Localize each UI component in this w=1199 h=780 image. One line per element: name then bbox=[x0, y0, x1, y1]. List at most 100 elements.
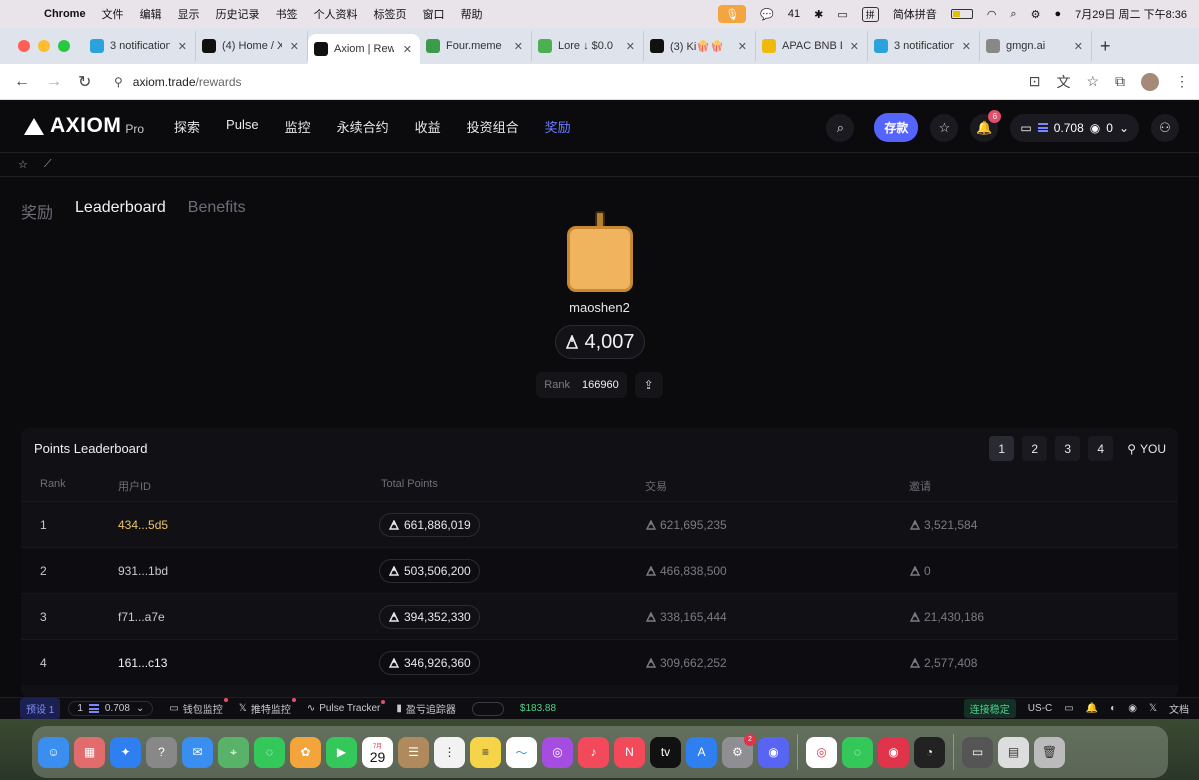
browser-tab[interactable]: 3 notifications ✕ bbox=[84, 31, 196, 61]
maximize-window-button[interactable] bbox=[58, 40, 70, 52]
bookmark-star-icon[interactable]: ☆ bbox=[1086, 73, 1099, 90]
launchpad-icon[interactable]: ▦ bbox=[74, 736, 105, 768]
tab-leaderboard[interactable]: Leaderboard bbox=[75, 199, 166, 223]
nav-perpetuals[interactable]: 永续合约 bbox=[337, 117, 389, 136]
wallet-selector[interactable]: 1 0.708 ⌄ bbox=[68, 701, 154, 716]
back-icon[interactable]: ← bbox=[14, 73, 32, 91]
netease-music-icon[interactable]: ◉ bbox=[878, 736, 909, 768]
twitter-tracker-button[interactable]: 𝕏 推特监控 bbox=[239, 698, 296, 716]
news-icon[interactable]: N bbox=[614, 736, 645, 768]
close-tab-icon[interactable]: ✕ bbox=[514, 40, 523, 53]
close-tab-icon[interactable]: ✕ bbox=[850, 40, 859, 53]
discord-icon[interactable]: ◉ bbox=[758, 736, 789, 768]
menu-window[interactable]: 窗口 bbox=[423, 6, 445, 22]
maps-icon[interactable]: ⌖ bbox=[218, 736, 249, 768]
browser-tab[interactable]: Lore ↓ $0.0 ✕ bbox=[532, 31, 644, 61]
translate-icon[interactable]: 文 bbox=[1056, 72, 1070, 92]
reminders-icon[interactable]: ⋮ bbox=[434, 736, 465, 768]
notifications-bell-icon[interactable]: 🔔 6 bbox=[970, 109, 1002, 142]
close-tab-icon[interactable]: ✕ bbox=[290, 40, 299, 53]
reload-icon[interactable]: ↻ bbox=[78, 72, 96, 92]
browser-tab[interactable]: 3 notifications ✕ bbox=[868, 31, 980, 61]
browser-tab[interactable]: Axiom | Rewards ✕ bbox=[308, 34, 420, 64]
close-tab-icon[interactable]: ✕ bbox=[626, 40, 635, 53]
region-selector[interactable]: US-C bbox=[1028, 703, 1052, 714]
close-tab-icon[interactable]: ✕ bbox=[962, 40, 971, 53]
tab-rewards[interactable]: 奖励 bbox=[21, 199, 53, 223]
nav-portfolio[interactable]: 投资组合 bbox=[467, 117, 519, 136]
watchlist-star-icon[interactable]: ☆ bbox=[930, 113, 959, 142]
chrome-icon[interactable]: ◎ bbox=[806, 736, 837, 768]
table-row[interactable]: 4 161...c13 346,926,360 309,662,252 2,577,40… bbox=[21, 639, 1178, 685]
row-user-id[interactable]: 931...1bd bbox=[118, 564, 168, 578]
photos-icon[interactable]: ✿ bbox=[290, 736, 321, 768]
site-info-icon[interactable]: ⚲ bbox=[114, 75, 123, 89]
menu-history[interactable]: 历史记录 bbox=[216, 6, 260, 22]
page-button-4[interactable]: 4 bbox=[1088, 436, 1114, 461]
layout-icon[interactable]: ▭ bbox=[1064, 703, 1073, 714]
page-button-3[interactable]: 3 bbox=[1055, 436, 1081, 461]
app-store-icon[interactable]: A bbox=[686, 736, 717, 768]
pnl-tracker-button[interactable]: ▮ 盈亏追踪器 bbox=[396, 701, 456, 716]
favorites-star-icon[interactable]: ☆ bbox=[18, 158, 28, 171]
profile-avatar[interactable] bbox=[1141, 72, 1159, 91]
nav-pulse[interactable]: Pulse bbox=[226, 117, 259, 136]
tab-benefits[interactable]: Benefits bbox=[188, 199, 246, 223]
close-window-button[interactable] bbox=[18, 40, 30, 52]
notes-icon[interactable]: ≡ bbox=[470, 736, 501, 768]
help-icon[interactable]: ? bbox=[146, 736, 177, 768]
messages-icon[interactable]: ◌ bbox=[254, 736, 285, 768]
row-user-id[interactable]: f71...a7e bbox=[118, 610, 165, 624]
extensions-icon[interactable]: ⧉ bbox=[1115, 73, 1125, 90]
close-tab-icon[interactable]: ✕ bbox=[178, 40, 187, 53]
browser-tab[interactable]: APAC BNB D ✕ bbox=[756, 31, 868, 61]
page-button-2[interactable]: 2 bbox=[1022, 436, 1048, 461]
display-icon[interactable]: ▭ bbox=[837, 8, 847, 21]
system-settings-icon[interactable]: ⚙ 2 bbox=[722, 733, 756, 768]
browser-tab[interactable]: (3) Ki🍿🍿 ✕ bbox=[644, 31, 756, 61]
trash-icon[interactable]: 🗑 bbox=[1034, 736, 1065, 768]
minimize-window-button[interactable] bbox=[38, 40, 50, 52]
pulse-tracker-button[interactable]: ∿ Pulse Tracker bbox=[307, 700, 386, 714]
podcasts-icon[interactable]: ◎ bbox=[542, 736, 573, 768]
freeform-icon[interactable]: 〜 bbox=[506, 736, 537, 768]
wallet-tracker-button[interactable]: ▭ 钱包监控 bbox=[169, 698, 228, 716]
close-tab-icon[interactable]: ✕ bbox=[403, 43, 412, 56]
bell-icon[interactable]: 🔔 bbox=[1086, 703, 1098, 714]
microphone-icon[interactable]: 🎙 bbox=[718, 5, 747, 23]
x-icon[interactable]: 𝕏 bbox=[1149, 703, 1157, 714]
table-row[interactable]: 3 f71...a7e 394,352,330 338,165,444 21,430,1… bbox=[21, 593, 1178, 639]
forward-icon[interactable]: → bbox=[46, 73, 64, 91]
menu-tab[interactable]: 标签页 bbox=[374, 6, 407, 22]
page-button-1[interactable]: 1 bbox=[989, 436, 1015, 461]
contacts-icon[interactable]: ☰ bbox=[398, 736, 429, 768]
obs-icon[interactable]: ◔ bbox=[914, 736, 945, 768]
browser-tab[interactable]: Four.meme ✕ bbox=[420, 31, 532, 61]
apple-tv-icon[interactable]: tv bbox=[650, 736, 681, 768]
calendar-icon[interactable]: 7月 29 bbox=[362, 736, 393, 768]
url-field[interactable]: ⚲ axiom.trade/rewards bbox=[114, 67, 974, 96]
menu-edit[interactable]: 编辑 bbox=[140, 6, 162, 22]
control-center-icon[interactable]: ⚙ bbox=[1031, 8, 1041, 21]
browser-tab[interactable]: (4) Home / X ✕ bbox=[196, 31, 308, 61]
chrome-menu-icon[interactable]: ⋮ bbox=[1175, 73, 1189, 90]
nav-explore[interactable]: 探索 bbox=[174, 117, 200, 136]
menu-view[interactable]: 显示 bbox=[178, 6, 200, 22]
docs-link[interactable]: 文档 bbox=[1169, 701, 1189, 716]
menu-help[interactable]: 帮助 bbox=[461, 6, 483, 22]
share-icon[interactable]: ⇪ bbox=[634, 372, 663, 398]
spotlight-icon[interactable]: ⌕ bbox=[1010, 8, 1016, 21]
axiom-logo[interactable]: AXIOM Pro bbox=[24, 114, 144, 138]
row-user-id[interactable]: 161...c13 bbox=[118, 656, 167, 670]
nav-rewards[interactable]: 奖励 bbox=[545, 117, 571, 136]
palette-icon[interactable]: ◐ bbox=[1110, 703, 1116, 714]
mail-icon[interactable]: ✉ bbox=[182, 736, 213, 768]
siri-icon[interactable]: ● bbox=[1054, 8, 1061, 20]
finder-icon[interactable]: ☺ bbox=[38, 736, 69, 768]
token-toggle[interactable] bbox=[471, 701, 504, 716]
facetime-icon[interactable]: ▶ bbox=[326, 736, 357, 768]
wallet-balance-button[interactable]: ▭ 0.708 ◉ 0 ⌄ bbox=[1010, 113, 1139, 142]
recent-window-icon[interactable]: ▭ bbox=[962, 736, 993, 768]
battery-icon[interactable] bbox=[950, 9, 973, 19]
close-tab-icon[interactable]: ✕ bbox=[1074, 40, 1083, 53]
